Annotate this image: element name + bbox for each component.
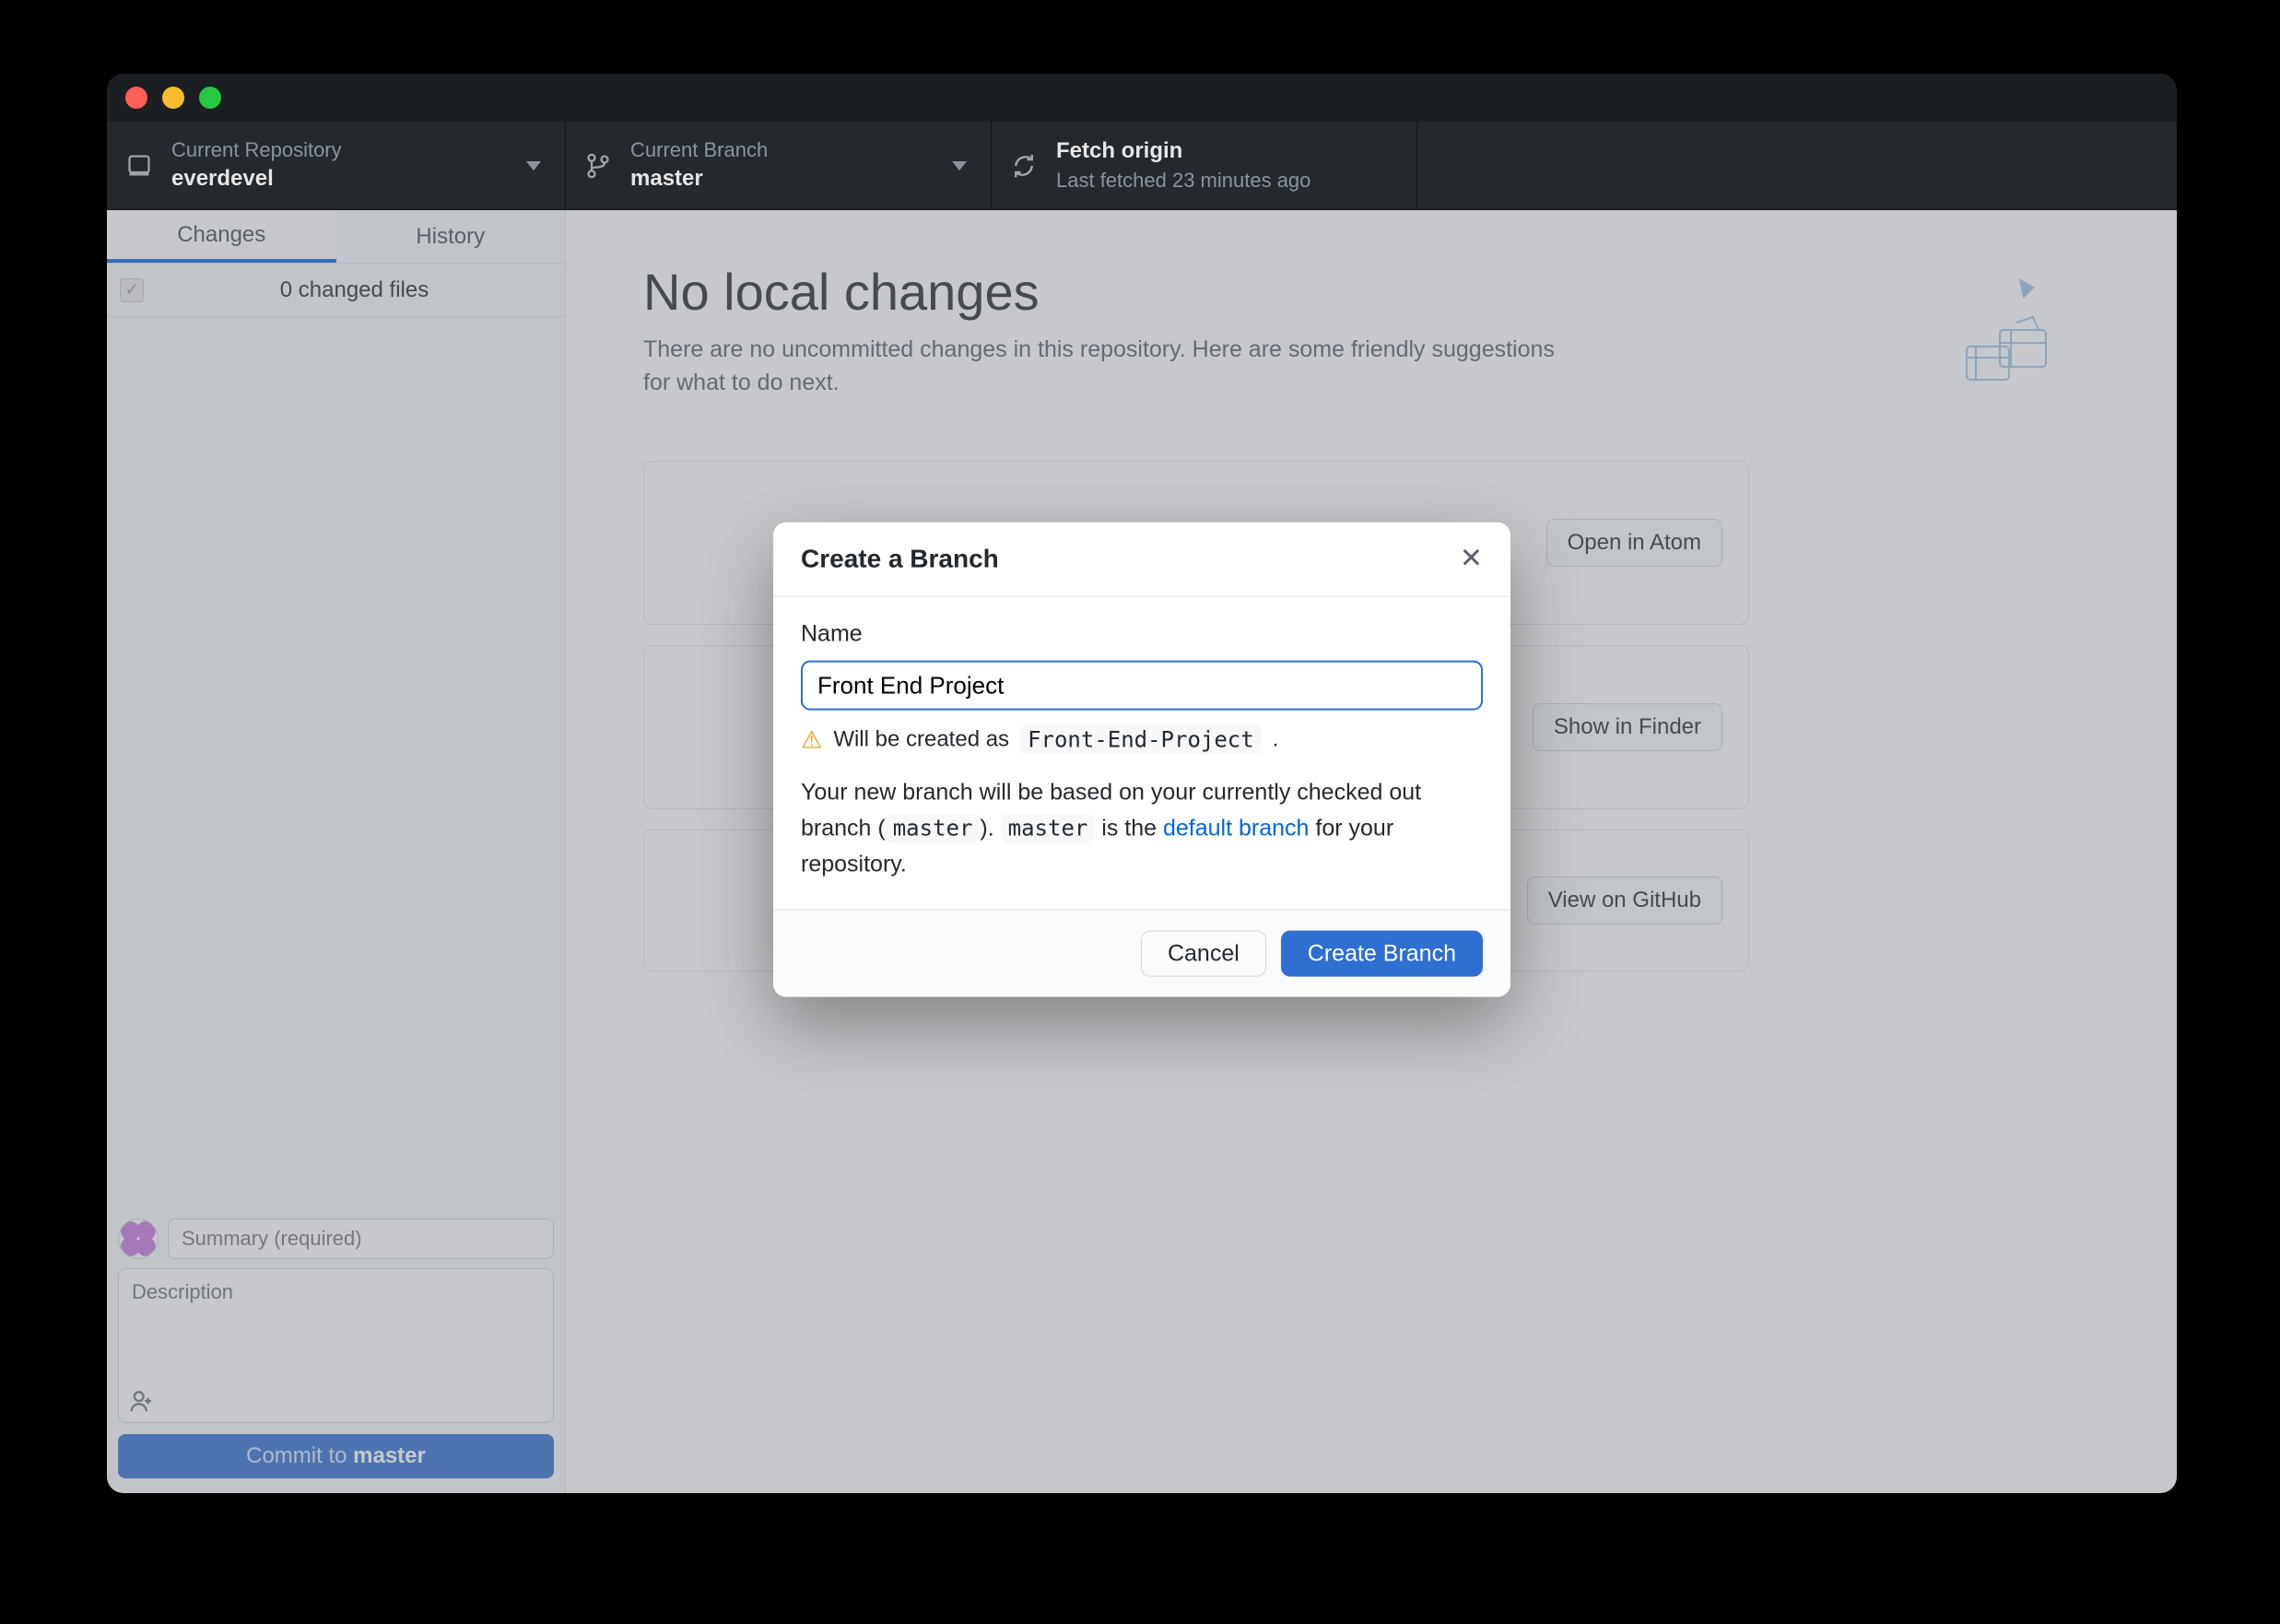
- name-field-label: Name: [801, 621, 1483, 648]
- close-icon[interactable]: ✕: [1460, 546, 1483, 573]
- warning-icon: ⚠︎: [801, 725, 822, 754]
- branch-switcher[interactable]: Current Branch master: [566, 122, 992, 209]
- cancel-button[interactable]: Cancel: [1141, 931, 1266, 977]
- hint-suffix: .: [1273, 727, 1279, 753]
- window-maximize-button[interactable]: [199, 87, 221, 109]
- branch-icon: [584, 152, 612, 180]
- fetch-label: Fetch origin: [1056, 136, 1310, 166]
- hint-slug: Front-End-Project: [1020, 725, 1262, 755]
- sync-icon: [1010, 152, 1038, 180]
- dialog-description: Your new branch will be based on your cu…: [801, 775, 1483, 882]
- branch-label: Current Branch: [630, 136, 768, 164]
- chevron-down-icon: [526, 161, 541, 171]
- repo-icon: [125, 152, 153, 180]
- hint-prefix: Will be created as: [833, 727, 1009, 753]
- fetch-status: Last fetched 23 minutes ago: [1056, 167, 1310, 194]
- branch-name-input[interactable]: [801, 661, 1483, 711]
- window-close-button[interactable]: [125, 87, 147, 109]
- default-branch-link[interactable]: default branch: [1163, 815, 1309, 841]
- app-window: Current Repository everdevel Current Bra…: [107, 74, 2177, 1493]
- create-branch-button[interactable]: Create Branch: [1281, 931, 1483, 977]
- repo-value: everdevel: [171, 164, 342, 194]
- create-branch-dialog: Create a Branch ✕ Name ⚠︎ Will be create…: [773, 523, 1510, 997]
- toolbar: Current Repository everdevel Current Bra…: [107, 122, 2177, 210]
- repo-label: Current Repository: [171, 136, 342, 164]
- titlebar: [107, 74, 2177, 122]
- window-minimize-button[interactable]: [162, 87, 184, 109]
- fetch-button[interactable]: Fetch origin Last fetched 23 minutes ago: [992, 122, 1417, 209]
- dialog-title: Create a Branch: [801, 545, 1460, 574]
- branch-value: master: [630, 164, 768, 194]
- chevron-down-icon: [952, 161, 967, 171]
- repo-switcher[interactable]: Current Repository everdevel: [107, 122, 566, 209]
